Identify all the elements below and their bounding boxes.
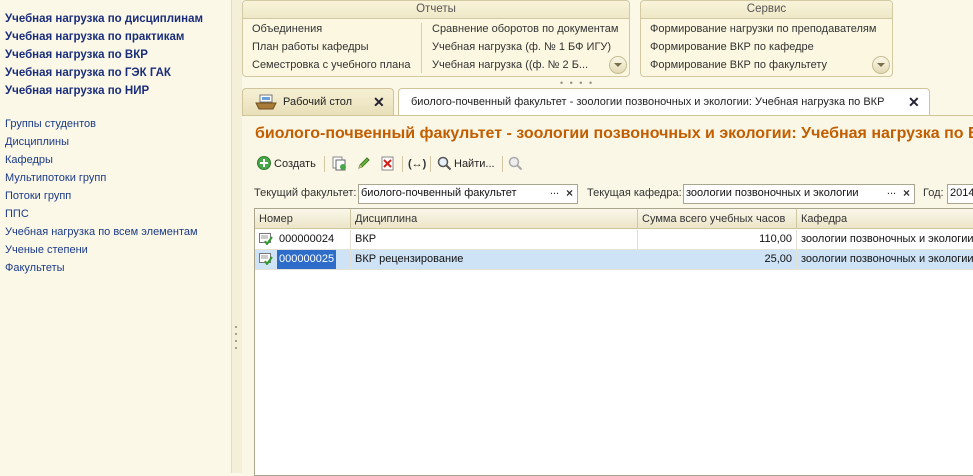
faculty-select-button[interactable]: ...	[547, 185, 562, 203]
service-panel-title: Сервис	[641, 1, 892, 19]
tab-vkr-load[interactable]: биолого-почвенный факультет - зоологии п…	[398, 88, 930, 117]
column-header-discipline[interactable]: Дисциплина	[351, 209, 638, 229]
column-header-department[interactable]: Кафедра	[797, 209, 973, 229]
edit-button[interactable]	[356, 153, 372, 175]
department-select-button[interactable]: ...	[884, 185, 899, 203]
nav-link-multistreams[interactable]: Мультипотоки групп	[5, 172, 106, 184]
cell-discipline: ВКР	[351, 230, 638, 249]
reports-divider	[421, 23, 422, 73]
cell-number: 000000025	[255, 250, 351, 269]
department-value: зоологии позвоночных и экологии	[686, 187, 859, 199]
reports-panel: Отчеты Объединения План работы кафедры С…	[242, 0, 630, 77]
year-label: Год:	[923, 187, 944, 199]
row-number: 000000025	[277, 250, 337, 269]
reports-more-button[interactable]	[609, 56, 627, 74]
copy-button[interactable]	[332, 153, 348, 175]
create-button-label: Создать	[274, 158, 316, 170]
service-link-vkr-faculty[interactable]: Формирование ВКР по факультету	[650, 59, 827, 71]
report-link-load-f2[interactable]: Учебная нагрузка ((ф. № 2 Б...	[432, 59, 588, 71]
plus-circle-icon	[257, 156, 271, 173]
faculty-field[interactable]: биолого-почвенный факультет ... ×	[358, 184, 578, 204]
toolbar-separator	[324, 156, 325, 172]
posted-document-icon	[259, 233, 273, 246]
table-row-selected[interactable]: 000000025 ВКР рецензирование 25,00 зооло…	[255, 250, 973, 269]
cell-department: зоологии позвоночных и экологии	[801, 253, 973, 265]
nav-link-student-groups[interactable]: Группы студентов	[5, 118, 96, 130]
find-button-label: Найти...	[454, 158, 495, 170]
tab-vkr-load-close-icon[interactable]: ✕	[908, 95, 920, 109]
posted-document-icon	[259, 253, 273, 266]
report-link-load-f1[interactable]: Учебная нагрузка (ф. № 1 БФ ИГУ)	[432, 41, 611, 53]
row-number: 000000024	[279, 233, 335, 245]
delete-mark-icon	[380, 156, 395, 174]
service-link-vkr-dept[interactable]: Формирование ВКР по кафедре	[650, 41, 814, 53]
cancel-search-button[interactable]	[508, 153, 524, 175]
reports-panel-title: Отчеты	[243, 1, 629, 19]
nav-link-load-nir[interactable]: Учебная нагрузка по НИР	[5, 85, 149, 97]
faculty-label: Текущий факультет:	[254, 187, 357, 199]
tab-vkr-load-label: биолого-почвенный факультет - зоологии п…	[411, 96, 885, 108]
pencil-icon	[356, 156, 371, 174]
brackets-arrows-icon: (↔)	[408, 158, 427, 170]
desktop-icon	[255, 93, 277, 114]
nav-link-load-all[interactable]: Учебная нагрузка по всем элементам	[5, 226, 198, 238]
mark-delete-button[interactable]	[380, 153, 396, 175]
documents-table[interactable]: Номер Дисциплина Сумма всего учебных час…	[254, 208, 973, 476]
column-header-hours[interactable]: Сумма всего учебных часов	[638, 209, 797, 229]
cell-department: зоологии позвоночных и экологии	[801, 233, 973, 245]
nav-link-load-gek[interactable]: Учебная нагрузка по ГЭК ГАК	[5, 67, 171, 79]
tab-desktop[interactable]: Рабочий стол ✕	[242, 88, 394, 116]
panel-splitter[interactable]	[231, 0, 242, 473]
faculty-clear-icon[interactable]: ×	[562, 185, 577, 203]
nav-link-streams[interactable]: Потоки групп	[5, 190, 71, 202]
nav-link-load-practices[interactable]: Учебная нагрузка по практикам	[5, 31, 184, 43]
splitter-grip	[235, 347, 237, 349]
cell-number: 000000024	[255, 230, 351, 249]
navigation-panel: Учебная нагрузка по дисциплинам Учебная …	[0, 0, 231, 473]
service-panel: Сервис Формирование нагрузки по преподав…	[640, 0, 893, 77]
cell-discipline: ВКР рецензирование	[351, 250, 638, 269]
column-header-number[interactable]: Номер	[255, 209, 351, 229]
department-clear-icon[interactable]: ×	[899, 185, 914, 203]
hierarchy-button[interactable]: (↔)	[408, 153, 427, 175]
department-field[interactable]: зоологии позвоночных и экологии ... ×	[683, 184, 915, 204]
splitter-grip	[235, 333, 237, 335]
tab-desktop-label: Рабочий стол	[283, 96, 353, 108]
nav-link-load-vkr[interactable]: Учебная нагрузка по ВКР	[5, 49, 148, 61]
report-link-dept-plan[interactable]: План работы кафедры	[252, 41, 369, 53]
nav-link-disciplines[interactable]: Дисциплины	[5, 136, 69, 148]
report-link-semester[interactable]: Семестровка с учебного плана	[252, 59, 411, 71]
splitter-grip	[235, 326, 237, 328]
nav-link-load-disciplines[interactable]: Учебная нагрузка по дисциплинам	[5, 13, 203, 25]
copy-icon	[332, 156, 347, 174]
year-field[interactable]: 2014	[947, 184, 973, 204]
nav-link-degrees[interactable]: Ученые степени	[5, 244, 88, 256]
report-link-turnover[interactable]: Сравнение оборотов по документам	[432, 23, 618, 35]
row-divider	[255, 269, 973, 270]
magnifier-cancel-icon	[508, 156, 523, 174]
service-link-teacher-load[interactable]: Формирование нагрузки по преподавателям	[650, 23, 876, 35]
magnifier-icon	[437, 156, 452, 174]
nav-link-pps[interactable]: ППС	[5, 208, 29, 220]
tab-desktop-close-icon[interactable]: ✕	[373, 95, 385, 109]
nav-link-faculties[interactable]: Факультеты	[5, 262, 65, 274]
nav-link-departments[interactable]: Кафедры	[5, 154, 53, 166]
create-button[interactable]: Создать	[257, 153, 319, 175]
toolbar-separator	[502, 156, 503, 172]
toolbar-separator	[430, 156, 431, 172]
find-button[interactable]: Найти...	[437, 153, 497, 175]
toolbar-separator	[402, 156, 403, 172]
panel-resize-dots[interactable]: • • • •	[560, 78, 594, 88]
department-label: Текущая кафедра:	[587, 187, 682, 199]
year-value: 2014	[950, 187, 973, 199]
splitter-grip	[235, 340, 237, 342]
faculty-value: биолого-почвенный факультет	[361, 187, 517, 199]
report-link-associations[interactable]: Объединения	[252, 23, 322, 35]
cell-hours: 25,00	[638, 250, 797, 269]
cell-hours: 110,00	[638, 230, 797, 249]
document-list-form: биолого-почвенный факультет - зоологии п…	[242, 115, 973, 476]
page-title: биолого-почвенный факультет - зоологии п…	[255, 125, 973, 142]
service-more-button[interactable]	[872, 56, 890, 74]
table-row[interactable]: 000000024 ВКР 110,00 зоологии позвоночны…	[255, 230, 973, 249]
